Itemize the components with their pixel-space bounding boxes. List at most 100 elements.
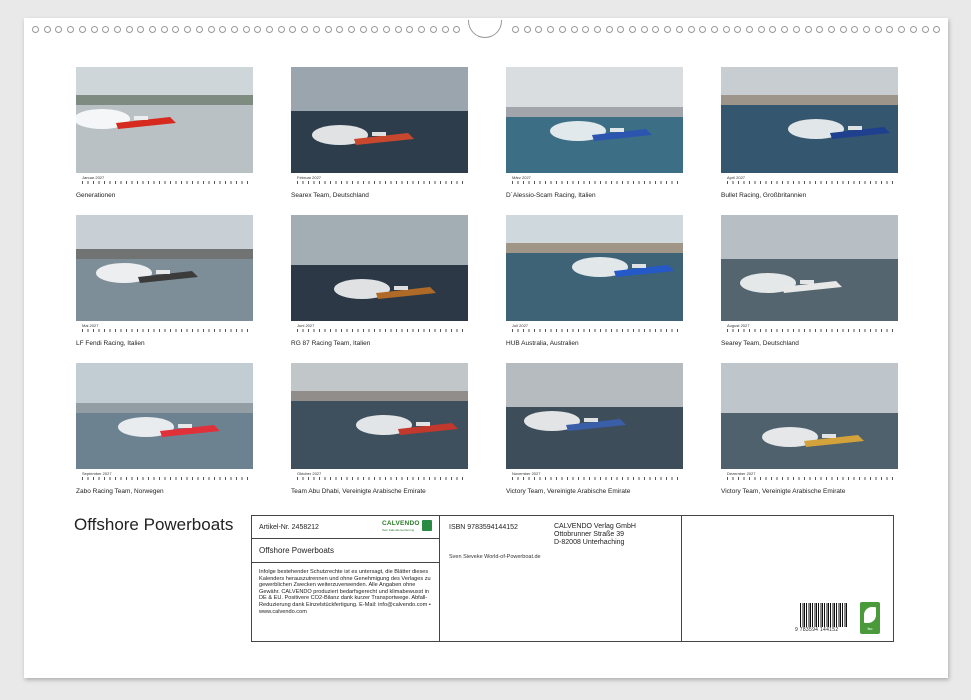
binding-ring — [453, 26, 461, 33]
calvendo-logo: CALVENDO Sein Kalendersortierung — [382, 520, 434, 534]
powerboat-photo — [721, 67, 898, 173]
divider — [252, 538, 440, 539]
calendar-sheet: Januar 2027 Generationen Februar 2027 Seare… — [24, 18, 948, 678]
day-ticks — [297, 329, 464, 332]
month-cell: Juli 2027 HUB Australia, Australien — [506, 215, 683, 355]
binding-ring — [324, 26, 332, 33]
month-label: Juli 2027 — [512, 323, 529, 328]
binding-ring — [406, 26, 414, 33]
binding-ring — [652, 26, 660, 33]
month-days-strip: März 2027 — [506, 175, 683, 185]
month-days-strip: Oktober 2027 — [291, 471, 468, 481]
powerboat-photo — [291, 67, 468, 173]
binding-ring — [593, 26, 601, 33]
isbn: ISBN 9783594144152 — [449, 524, 518, 531]
binding-ring — [184, 26, 192, 33]
month-days-strip: Dezember 2027 — [721, 471, 898, 481]
binding-ring — [312, 26, 320, 33]
day-ticks — [82, 477, 249, 480]
month-cell: März 2027 D´Alessio-Scam Racing, Italien — [506, 67, 683, 207]
binding-ring — [851, 26, 859, 33]
binding-ring — [769, 26, 777, 33]
binding-ring — [605, 26, 613, 33]
logo-name: CALVENDO — [382, 520, 420, 527]
binding-ring — [558, 26, 566, 33]
publisher-address: CALVENDO Verlag GmbH Ottobrunner Straße … — [554, 523, 636, 547]
logo-tagline: Sein Kalendersortierung — [382, 528, 415, 532]
binding-ring — [394, 26, 402, 33]
month-days-strip: Februar 2027 — [291, 175, 468, 185]
binding-ring — [512, 26, 519, 33]
article-number: Artikel-Nr. 2458212 — [259, 524, 319, 531]
photo-caption: Victory Team, Vereinigte Arabische Emira… — [506, 488, 631, 495]
month-label: Februar 2027 — [297, 175, 322, 180]
powerboat-photo — [291, 215, 468, 321]
binding-ring — [371, 26, 379, 33]
binding-ring — [699, 26, 707, 33]
month-label: Oktober 2027 — [297, 471, 322, 476]
binding-ring — [301, 26, 309, 33]
binding-ring — [640, 26, 648, 33]
logo-mark-icon — [422, 520, 432, 531]
info-column-isbn: ISBN 9783594144152 CALVENDO Verlag GmbH … — [440, 516, 682, 641]
binding-ring — [547, 26, 555, 33]
photo-caption: Generationen — [76, 192, 116, 199]
binding-ring — [757, 26, 765, 33]
binding-ring — [230, 26, 238, 33]
barcode-bars — [800, 603, 847, 627]
day-ticks — [297, 181, 464, 184]
binding-ring — [675, 26, 683, 33]
binding-ring — [863, 26, 870, 33]
powerboat-photo — [506, 363, 683, 469]
month-days-strip: April 2027 — [721, 175, 898, 185]
powerboat-photo — [506, 67, 683, 173]
binding-ring — [219, 26, 227, 33]
binding-ring — [195, 26, 203, 33]
binding-ring — [347, 26, 355, 33]
month-label: November 2027 — [512, 471, 541, 476]
author-credit: Sven Sieveke World-of-Powerboat.de — [449, 554, 541, 560]
month-cell: September 2027 Zabo Racing Team, Norwegen — [76, 363, 253, 503]
binding-ring — [792, 26, 800, 33]
binding-ring — [710, 26, 718, 33]
binding-ring — [429, 26, 437, 33]
powerboat-photo — [76, 363, 253, 469]
binding-ring — [921, 26, 929, 33]
day-ticks — [512, 477, 679, 480]
binding-ring — [687, 26, 695, 33]
month-cell: Juni 2027 RG 87 Racing Team, Italien — [291, 215, 468, 355]
day-ticks — [82, 329, 249, 332]
binding-ring — [418, 26, 426, 33]
day-ticks — [512, 329, 679, 332]
photo-caption: LF Fendi Racing, Italien — [76, 340, 145, 347]
binding-ring — [172, 26, 180, 33]
powerboat-photo — [76, 215, 253, 321]
binding-ring — [722, 26, 730, 33]
month-cell: Dezember 2027 Victory Team, Vereinigte Ar… — [721, 363, 898, 503]
publisher-line: Ottobrunner Straße 39 — [554, 531, 625, 538]
month-label: März 2027 — [512, 175, 531, 180]
month-label: September 2027 — [82, 471, 112, 476]
day-ticks — [727, 477, 894, 480]
binding-ring — [113, 26, 121, 33]
binding-ring — [102, 26, 110, 33]
binding-ring — [582, 26, 590, 33]
month-label: August 2027 — [727, 323, 750, 328]
month-days-strip: Januar 2027 — [76, 175, 253, 185]
binding-ring — [827, 26, 835, 33]
info-box-title: Offshore Powerboats — [259, 546, 335, 555]
binding-ring — [839, 26, 847, 33]
photo-caption: Searey Team, Deutschland — [721, 340, 799, 347]
binding-ring — [359, 26, 367, 33]
month-label: Januar 2027 — [82, 175, 105, 180]
powerboat-photo — [721, 363, 898, 469]
binding-ring — [781, 26, 789, 33]
binding-ring — [746, 26, 753, 33]
legal-notice: Infolge bestehender Schutzrechte ist es … — [259, 569, 431, 615]
binding-ring — [137, 26, 145, 33]
binding-ring — [32, 26, 39, 33]
binding-ring — [242, 26, 250, 33]
binding-ring — [78, 26, 86, 33]
divider — [252, 562, 440, 563]
month-cell: August 2027 Searey Team, Deutschland — [721, 215, 898, 355]
